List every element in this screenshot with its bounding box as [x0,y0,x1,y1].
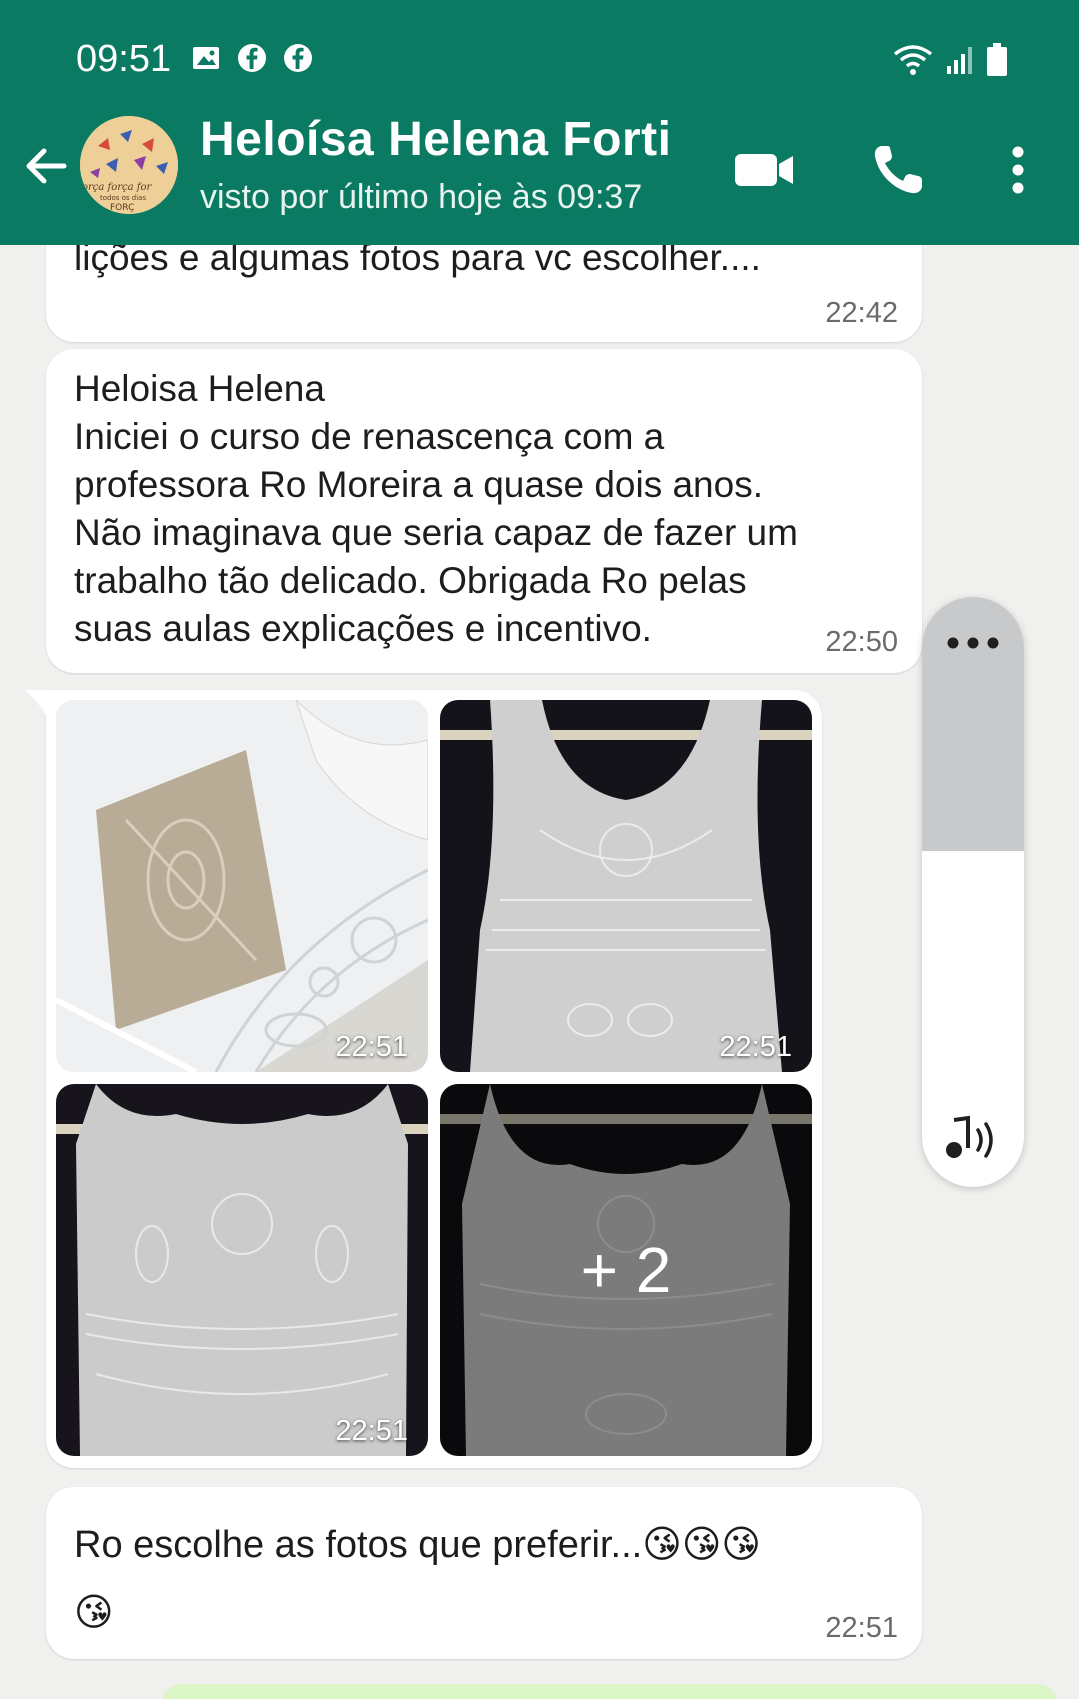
svg-text:FORÇ: FORÇ [110,203,134,213]
photo-album-bubble: 22:51 22:51 22:51 + 2 [24,690,822,1468]
volume-panel[interactable] [922,597,1024,1187]
avatar-image: orça força for todos os dias FORÇ [80,116,178,214]
lace-top-back-image [56,1084,428,1456]
photo-thumbnail[interactable]: 22:51 [440,700,812,1072]
wifi-icon [893,45,933,75]
message-text: Ro escolhe as fotos que preferir...😘😘😘 😘 [74,1524,762,1634]
more-options-icon[interactable] [986,140,1050,200]
photo-time: 22:51 [335,1031,408,1063]
message-time: 22:51 [825,1612,898,1644]
photo-time: 22:51 [335,1415,408,1447]
photo-thumbnail[interactable]: + 2 [440,1084,812,1456]
video-call-icon[interactable] [733,140,797,200]
photo-thumbnail[interactable]: 22:51 [56,1084,428,1456]
message-bubble[interactable]: Ro escolhe as fotos que preferir...😘😘😘 😘… [46,1487,922,1659]
lace-placemat-image [56,700,428,1072]
back-arrow-icon[interactable] [18,138,74,194]
battery-icon [987,43,1007,76]
facebook-icon [284,44,312,72]
photo-time: 22:51 [719,1031,792,1063]
system-icons [891,42,1009,78]
more-dots-icon[interactable] [946,633,1000,653]
notification-icons [190,42,314,74]
voice-call-icon[interactable] [868,140,932,200]
svg-text:todos os dias: todos os dias [100,194,146,202]
last-seen-status: visto por último hoje às 09:37 [200,178,643,216]
outgoing-message-bubble[interactable] [162,1684,1057,1699]
contact-name[interactable]: Heloísa Helena Forti [200,112,671,167]
bubble-tail [24,690,48,718]
more-photos-count[interactable]: + 2 [440,1084,812,1456]
photo-thumbnail[interactable]: 22:51 [56,700,428,1072]
message-text: Heloisa Helena Iniciei o curso de renasc… [74,368,798,649]
status-time: 09:51 [76,38,172,80]
message-time: 22:50 [825,626,898,658]
gallery-icon [193,47,219,69]
message-bubble[interactable]: Heloisa Helena Iniciei o curso de renasc… [46,349,922,673]
status-bar: 09:51 [76,38,1009,84]
facebook-icon [238,44,266,72]
avatar[interactable]: orça força for todos os dias FORÇ [80,116,178,214]
signal-icon [947,47,972,74]
message-time: 22:42 [825,297,898,329]
sound-icon[interactable] [940,1112,1006,1166]
lace-top-image [440,700,812,1072]
chat-header: 09:51 orça força for todos os dias FORÇ … [0,0,1079,245]
svg-text:orça força for: orça força for [82,182,153,193]
